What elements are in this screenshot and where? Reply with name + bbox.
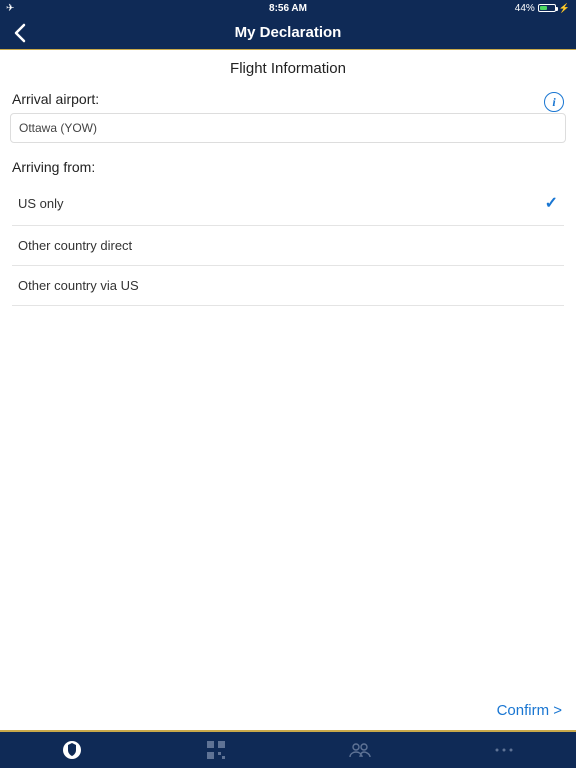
option-label: Other country via US — [18, 278, 139, 293]
arriving-from-label: Arriving from: — [0, 159, 576, 181]
confirm-row: Confirm > — [0, 692, 576, 730]
tab-bar — [0, 730, 576, 768]
option-other-via-us[interactable]: Other country via US — [12, 266, 564, 306]
tab-qr[interactable] — [144, 741, 288, 759]
option-label: Other country direct — [18, 238, 132, 253]
qr-icon — [207, 741, 225, 759]
option-other-direct[interactable]: Other country direct — [12, 226, 564, 266]
arrival-airport-label: Arrival airport: — [0, 91, 111, 113]
navigation-bar: My Declaration — [0, 16, 576, 50]
status-time: 8:56 AM — [269, 3, 307, 14]
tab-more[interactable] — [432, 747, 576, 753]
charging-icon: ⚡ — [559, 3, 570, 14]
battery-percent: 44% — [515, 3, 535, 14]
battery-icon — [538, 4, 556, 12]
info-icon[interactable]: i — [544, 92, 564, 112]
page-title: My Declaration — [235, 24, 342, 41]
airplane-mode-icon: ✈ — [6, 3, 14, 14]
arriving-from-list: US only ✓ Other country direct Other cou… — [0, 181, 576, 306]
shield-icon — [62, 740, 82, 760]
back-button[interactable] — [0, 23, 40, 43]
option-us-only[interactable]: US only ✓ — [12, 181, 564, 226]
option-label: US only — [18, 196, 64, 211]
content-area: Flight Information Arrival airport: i Ot… — [0, 50, 576, 692]
tab-home[interactable] — [0, 740, 144, 760]
tab-travelers[interactable] — [288, 742, 432, 758]
people-icon — [349, 742, 371, 758]
more-icon — [494, 747, 514, 753]
section-title: Flight Information — [0, 60, 576, 77]
arrival-airport-field[interactable]: Ottawa (YOW) — [10, 113, 566, 143]
confirm-button[interactable]: Confirm > — [497, 702, 562, 719]
chevron-left-icon — [13, 23, 27, 43]
checkmark-icon: ✓ — [545, 193, 558, 213]
status-bar: ✈ 8:56 AM 44% ⚡ — [0, 0, 576, 16]
